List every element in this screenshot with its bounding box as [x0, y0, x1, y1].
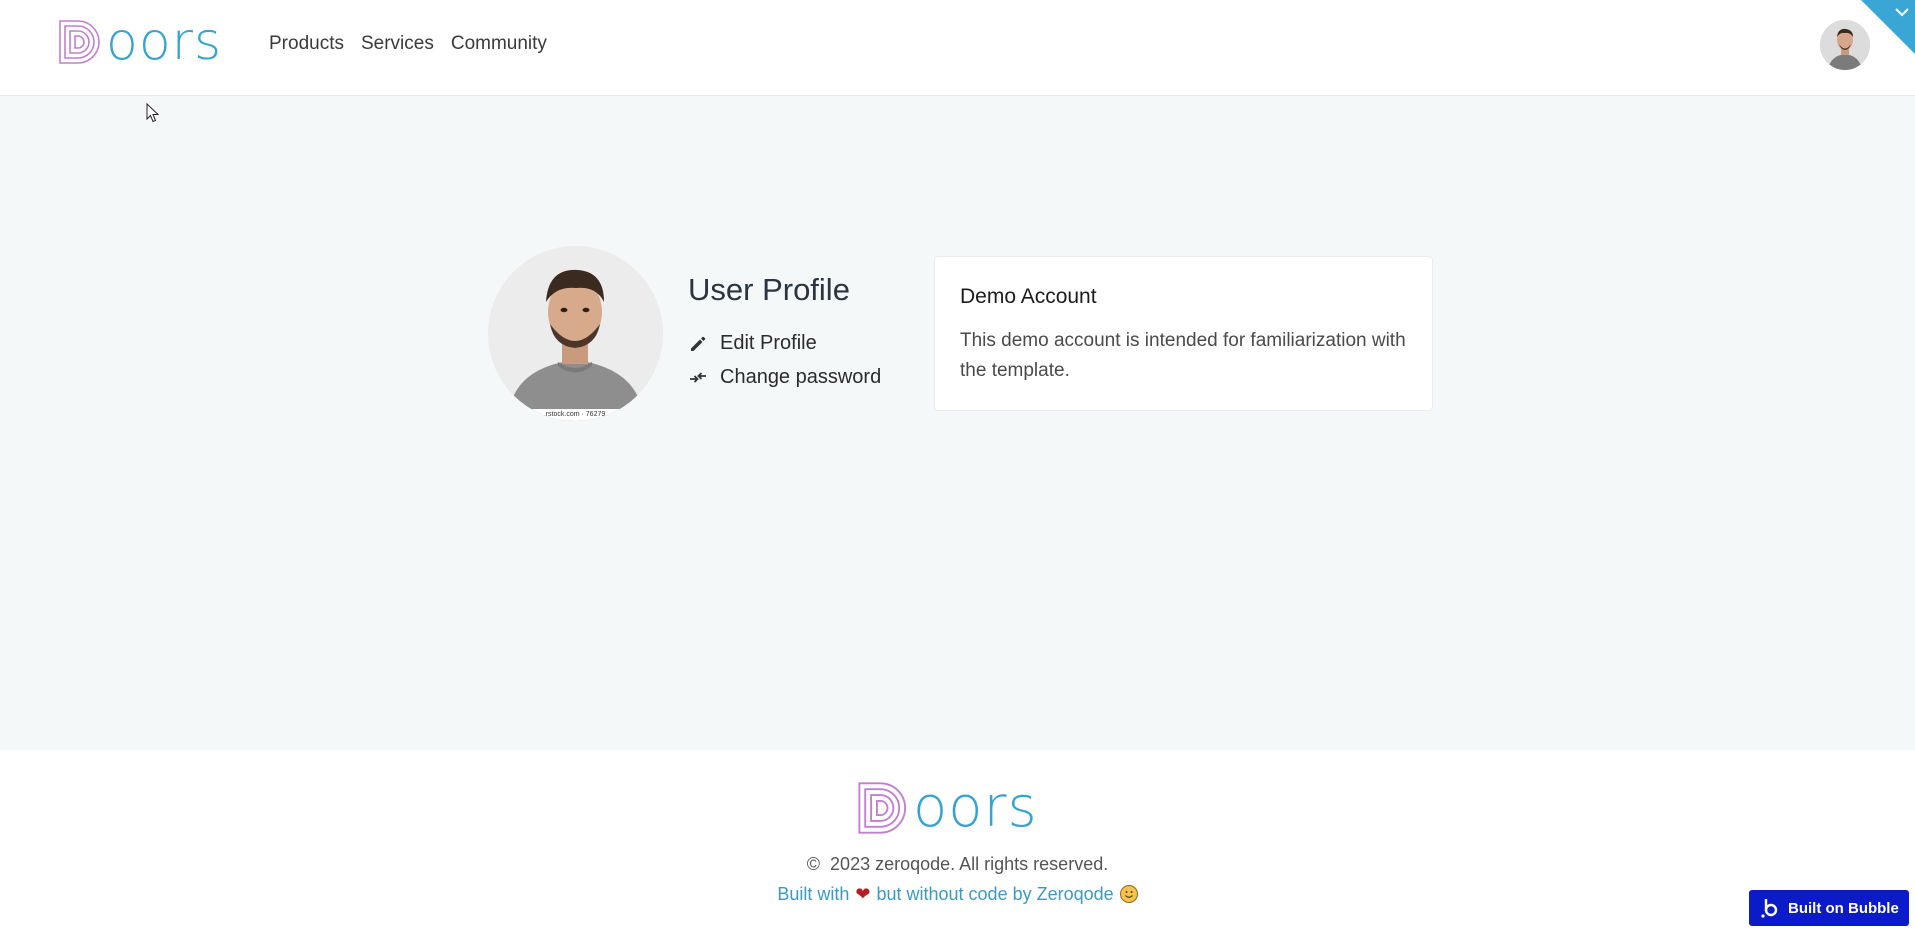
- main-nav: Products Services Community: [269, 33, 547, 55]
- brand-name: oors: [106, 12, 223, 72]
- bubble-badge-label: Built on Bubble: [1788, 899, 1899, 917]
- card-title: Demo Account: [960, 285, 1097, 308]
- card-text: This demo account is intended for famili…: [960, 330, 1406, 381]
- edit-profile-button[interactable]: Edit Profile: [688, 332, 817, 355]
- top-navbar: oors Products Services Community: [0, 0, 1915, 96]
- main-content: [0, 96, 1915, 750]
- logo-d-icon: [59, 20, 100, 64]
- profile-photo: ...rstock.com · 76279...: [488, 246, 663, 421]
- chevron-down-icon[interactable]: [1895, 5, 1909, 21]
- bubble-logo-icon: [1761, 899, 1778, 918]
- nav-products[interactable]: Products: [269, 33, 344, 55]
- page-title: User Profile: [688, 272, 850, 307]
- heart-icon: ❤: [855, 884, 871, 904]
- edit-profile-label: Edit Profile: [720, 332, 817, 354]
- photo-caption: ...rstock.com · 76279...: [488, 409, 663, 421]
- footer: oors © 2023 zeroqode. All rights reserve…: [0, 750, 1915, 936]
- password-arrows-icon: [690, 371, 706, 383]
- mouse-cursor-icon: [146, 102, 160, 128]
- nav-community[interactable]: Community: [451, 33, 547, 55]
- logo-d-icon: [858, 782, 906, 834]
- built-on-bubble-badge[interactable]: Built on Bubble: [1749, 890, 1909, 926]
- built-with-line: Built with ❤ but without code by Zeroqode: [0, 884, 1915, 905]
- brand-logo[interactable]: oors: [58, 16, 222, 68]
- footer-logo[interactable]: oors: [857, 780, 1038, 836]
- change-password-label: Change password: [720, 366, 882, 388]
- nav-services[interactable]: Services: [361, 33, 434, 55]
- footer-brand-name: oors: [913, 775, 1038, 840]
- profile-photo-image: [488, 246, 663, 421]
- demo-account-card: Demo Account This demo account is intend…: [934, 256, 1433, 411]
- copyright-text: © 2023 zeroqode. All rights reserved.: [806, 854, 1109, 874]
- pencil-icon: [691, 336, 706, 351]
- zeroqode-link[interactable]: but without code by Zeroqode: [876, 884, 1113, 904]
- built-with-link[interactable]: Built with: [777, 884, 849, 904]
- smile-icon: [1119, 885, 1138, 903]
- change-password-button[interactable]: Change password: [688, 366, 881, 389]
